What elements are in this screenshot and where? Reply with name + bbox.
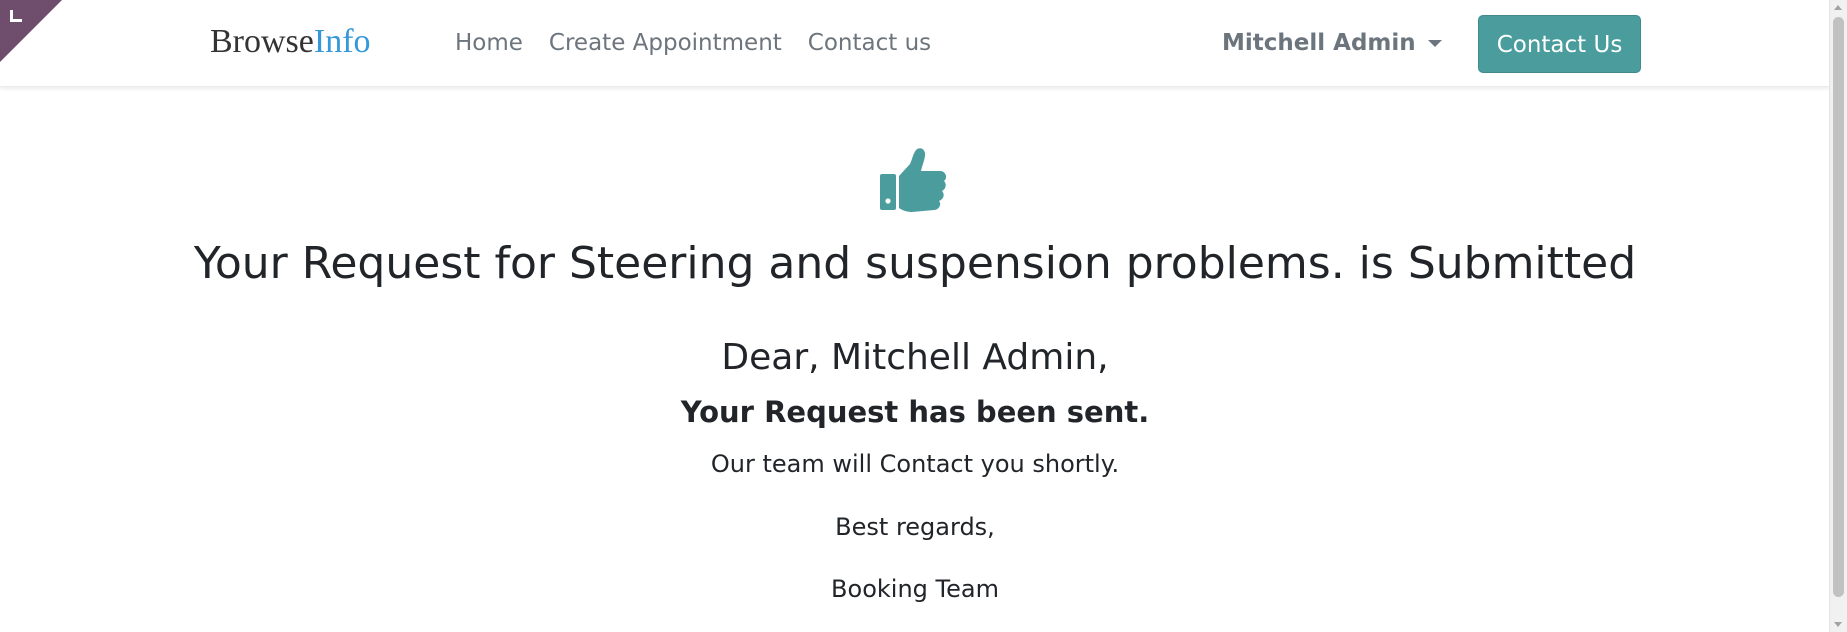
nav-create-appointment[interactable]: Create Appointment bbox=[549, 28, 782, 58]
follow-up-text: Our team will Contact you shortly. bbox=[710, 450, 1120, 478]
nav-contact-us[interactable]: Contact us bbox=[808, 28, 931, 58]
nav-home[interactable]: Home bbox=[455, 28, 523, 58]
page: BrowseInfo Home Create Appointment Conta… bbox=[0, 0, 1847, 632]
main-nav: Home Create Appointment Contact us bbox=[455, 28, 931, 58]
request-sent-heading: Your Request has been sent. bbox=[680, 395, 1150, 429]
user-menu-dropdown[interactable]: Mitchell Admin bbox=[1222, 28, 1442, 58]
confirmation-title: Your Request for Steering and suspension… bbox=[193, 238, 1637, 289]
closing-text: Best regards, bbox=[835, 513, 995, 541]
vertical-scrollbar[interactable] bbox=[1829, 0, 1847, 632]
logo-text-accent: Info bbox=[313, 23, 371, 60]
greeting-heading: Dear, Mitchell Admin, bbox=[721, 337, 1109, 378]
corner-expand-icon bbox=[10, 10, 22, 22]
scroll-up-arrow-icon[interactable] bbox=[1834, 5, 1842, 10]
signature-text: Booking Team bbox=[831, 575, 999, 603]
contact-us-button[interactable]: Contact Us bbox=[1478, 15, 1641, 73]
scroll-thumb[interactable] bbox=[1833, 17, 1844, 597]
logo-text-primary: Browse bbox=[210, 23, 314, 60]
scroll-down-arrow-icon[interactable] bbox=[1834, 622, 1842, 627]
user-name: Mitchell Admin bbox=[1222, 30, 1416, 56]
site-header: BrowseInfo Home Create Appointment Conta… bbox=[0, 0, 1830, 87]
site-logo[interactable]: BrowseInfo bbox=[210, 22, 371, 62]
thumbs-up-icon bbox=[878, 146, 948, 216]
chevron-down-icon bbox=[1427, 39, 1442, 47]
